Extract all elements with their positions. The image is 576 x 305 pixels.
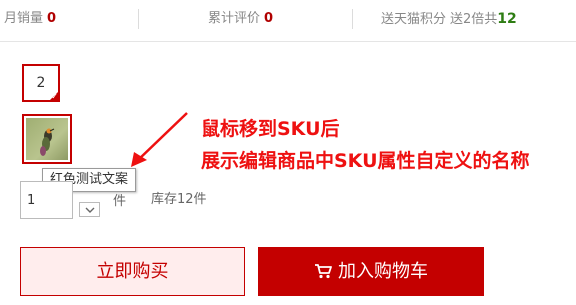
stats-divider xyxy=(138,9,139,29)
buy-now-label: 立即购买 xyxy=(96,261,169,282)
product-stats-bar: 月销量 0 累计评价 0 送天猫积分 送2倍共12 xyxy=(0,0,576,42)
stock-label: 库存12件 xyxy=(151,192,207,207)
add-to-cart-button[interactable]: 加入购物车 xyxy=(258,247,484,296)
monthly-sales-stat: 月销量 0 xyxy=(4,0,56,38)
points-stat: 送天猫积分 送2倍共12 xyxy=(381,0,517,38)
monthly-sales-value: 0 xyxy=(47,11,57,26)
reviews-stat[interactable]: 累计评价 0 xyxy=(208,0,273,38)
sku-option-text[interactable]: 2 ✓ xyxy=(22,64,60,102)
sku-option-label: 2 xyxy=(36,75,46,91)
quantity-input[interactable] xyxy=(20,181,73,219)
reviews-label: 累计评价 xyxy=(208,11,261,26)
bird-thumbnail-image xyxy=(26,118,68,160)
stats-divider xyxy=(352,9,353,29)
annotation-line-2: 展示编辑商品中SKU属性自定义的名称 xyxy=(201,150,530,172)
quantity-decrease-button[interactable] xyxy=(79,202,100,217)
buy-now-button[interactable]: 立即购买 xyxy=(20,247,245,296)
sku-option-image[interactable] xyxy=(22,114,72,164)
add-to-cart-label: 加入购物车 xyxy=(338,261,428,282)
quantity-unit: 件 xyxy=(113,194,127,209)
chevron-down-icon xyxy=(85,207,95,213)
reviews-value: 0 xyxy=(264,11,274,26)
points-doubled-label: 送2倍共 xyxy=(450,12,498,27)
shopping-cart-icon xyxy=(315,263,332,278)
points-label: 送天猫积分 xyxy=(381,12,447,27)
points-value: 12 xyxy=(497,11,517,27)
checkmark-icon: ✓ xyxy=(51,92,58,101)
annotation-line-1: 鼠标移到SKU后 xyxy=(201,118,340,140)
monthly-sales-label: 月销量 xyxy=(4,11,44,26)
